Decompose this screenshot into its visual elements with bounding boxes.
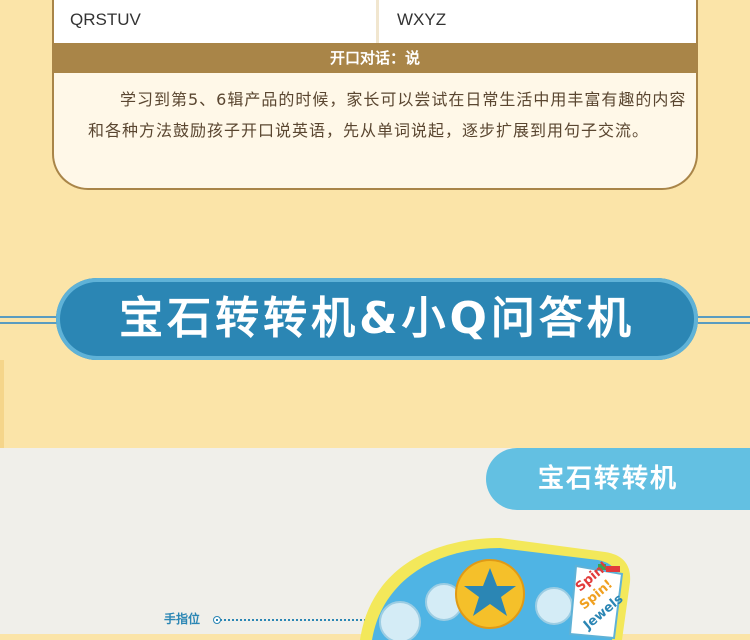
banner-line-right bbox=[698, 316, 750, 318]
section-paragraph: 学习到第5、6辑产品的时候，家长可以尝试在日常生活中用丰富有趣的内容和各种方法鼓… bbox=[88, 90, 687, 140]
table-row: QRSTUV WXYZ bbox=[54, 0, 696, 44]
product-title-tab: 宝石转转机 bbox=[486, 448, 750, 510]
banner-line-right-2 bbox=[698, 322, 750, 324]
table-cell-letters-1: QRSTUV bbox=[70, 10, 141, 29]
product-section: 宝石转转机 手指位 Spin! Spin! Jewels bbox=[0, 448, 750, 640]
jewel-spinner-toy-illustration: Spin! Spin! Jewels bbox=[360, 538, 631, 640]
info-table-card: QRSTUV WXYZ 开口对话：说 学习到第5、6辑产品的时候，家长可以尝试在… bbox=[52, 0, 698, 190]
finger-position-label: 手指位 bbox=[164, 612, 201, 626]
section-header: 开口对话：说 bbox=[54, 43, 696, 73]
section-banner: 宝石转转机&小Q问答机 bbox=[56, 278, 698, 360]
edge-strip bbox=[0, 360, 4, 448]
banner-title: 宝石转转机&小Q问答机 bbox=[119, 293, 635, 344]
product-title: 宝石转转机 bbox=[538, 464, 679, 494]
banner-line-left-2 bbox=[0, 322, 58, 324]
cell-divider bbox=[376, 0, 379, 43]
section-body: 学习到第5、6辑产品的时候，家长可以尝试在日常生活中用丰富有趣的内容和各种方法鼓… bbox=[88, 84, 688, 146]
table-cell-letters-2: WXYZ bbox=[397, 10, 447, 29]
banner-line-left bbox=[0, 316, 58, 318]
